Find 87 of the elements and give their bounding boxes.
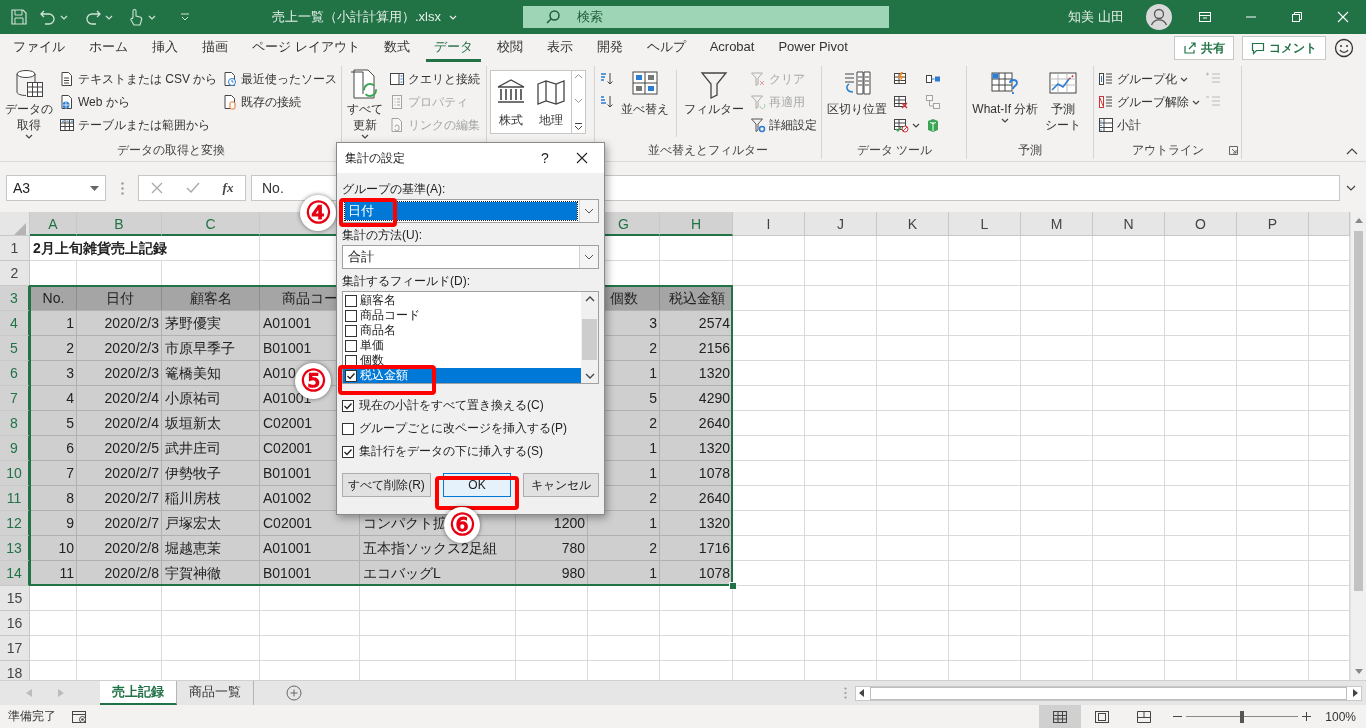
table-cell: 伊勢牧子 (165, 465, 221, 481)
table-cell: 9 (66, 515, 74, 531)
table-cell: 2020/2/7 (104, 490, 159, 506)
table-cell: 1 (649, 565, 657, 581)
table-cell: 2640 (698, 490, 730, 506)
group-label: アウトライン (1131, 141, 1204, 159)
group-label: データ ツール (856, 141, 932, 159)
table-cell: 5 (66, 415, 74, 431)
table-cell: 2 (649, 540, 657, 556)
table-cell: 3 (66, 365, 74, 381)
table-cell: 2 (649, 490, 657, 506)
table-cell: 2020/2/4 (104, 415, 159, 431)
user-name: 知美 山田 (1068, 8, 1124, 26)
table-cell: 市原早季子 (165, 340, 235, 356)
table-cell: 稲川房枝 (165, 490, 221, 506)
table-cell: B01001 (263, 465, 312, 481)
table-cell: 2640 (698, 415, 730, 431)
table-cell: 顧客名 (190, 290, 232, 306)
table-cell: 1320 (698, 440, 730, 456)
table-cell: 2020/2/8 (104, 565, 159, 581)
table-cell: 2020/2/3 (104, 315, 159, 331)
table-cell: 1320 (698, 365, 730, 381)
table-cell: 五本指ソックス2足組 (363, 540, 497, 556)
table-cell: 茅野優実 (165, 315, 221, 331)
group-label: データの取得と変換 (116, 141, 225, 159)
table-cell: 1078 (698, 565, 730, 581)
table-cell: C02001 (263, 440, 313, 456)
document-title: 売上一覧（小計計算用）.xlsx (272, 8, 441, 26)
table-cell: 2020/2/5 (104, 440, 159, 456)
table-cell: B01001 (263, 340, 312, 356)
dialog-title: 集計の設定 (345, 149, 406, 167)
table-cell: 2020/2/7 (104, 515, 159, 531)
table-cell: 5 (649, 390, 657, 406)
table-cell: 980 (561, 565, 585, 581)
table-cell: 坂垣新太 (165, 415, 221, 431)
table-cell: 1 (66, 315, 74, 331)
table-cell: 4 (66, 390, 74, 406)
table-cell: 2020/2/3 (104, 365, 159, 381)
table-cell: 6 (66, 440, 74, 456)
table-cell: 堀越恵茉 (165, 540, 221, 556)
table-cell: 4290 (698, 390, 730, 406)
table-cell: 2 (66, 340, 74, 356)
table-cell: C02001 (263, 515, 313, 531)
field-label: 集計するフィールド(D): (342, 273, 471, 289)
table-cell: 2020/2/4 (104, 390, 159, 406)
table-cell: 2 (649, 340, 657, 356)
table-cell: 2574 (698, 315, 730, 331)
table-cell: 篭橋美知 (165, 365, 221, 381)
table-cell: No. (42, 290, 65, 306)
table-cell: 1 (649, 465, 657, 481)
table-cell: 日付 (105, 290, 134, 306)
table-cell: 武井庄司 (165, 440, 221, 456)
table-cell: 2156 (698, 340, 730, 356)
table-cell: 2 (649, 415, 657, 431)
table-cell: 1 (649, 440, 657, 456)
table-cell: 小原祐司 (165, 390, 221, 406)
table-cell: 7 (66, 465, 74, 481)
table-cell: 2020/2/8 (104, 540, 159, 556)
status-text: 準備完了 (8, 708, 56, 725)
table-cell: A01002 (263, 490, 312, 506)
table-cell: 戸塚宏太 (165, 515, 221, 531)
table-cell: 8 (66, 490, 74, 506)
field-label: 集計の方法(U): (342, 227, 423, 243)
table-cell: 2020/2/3 (104, 340, 159, 356)
table-cell: 個数 (610, 290, 638, 306)
table-cell: 1 (649, 365, 657, 381)
table-cell: 3 (649, 315, 657, 331)
table-cell: 宇賀神徹 (165, 565, 221, 581)
table-cell: 780 (561, 540, 585, 556)
table-cell: B01001 (263, 565, 312, 581)
table-cell: 10 (58, 540, 74, 556)
table-cell: A010 (263, 365, 296, 381)
table-cell: エコバッグL (363, 565, 441, 581)
table-cell: 1078 (698, 465, 730, 481)
field-label: グループの基準(A): (342, 181, 447, 197)
group-label: 並べ替えとフィルター (648, 141, 769, 159)
group-label: 予測 (1018, 141, 1043, 159)
table-cell: 1716 (698, 540, 730, 556)
table-cell: 1320 (698, 515, 730, 531)
table-cell: A01001 (263, 540, 312, 556)
table-cell: 税込金額 (668, 290, 725, 306)
table-cell: C02001 (263, 415, 313, 431)
table-cell: A01001 (263, 315, 312, 331)
table-cell: 1 (649, 515, 657, 531)
table-cell: 1200 (553, 515, 585, 531)
table-cell: 2020/2/7 (104, 465, 159, 481)
table-cell: 11 (59, 565, 74, 581)
